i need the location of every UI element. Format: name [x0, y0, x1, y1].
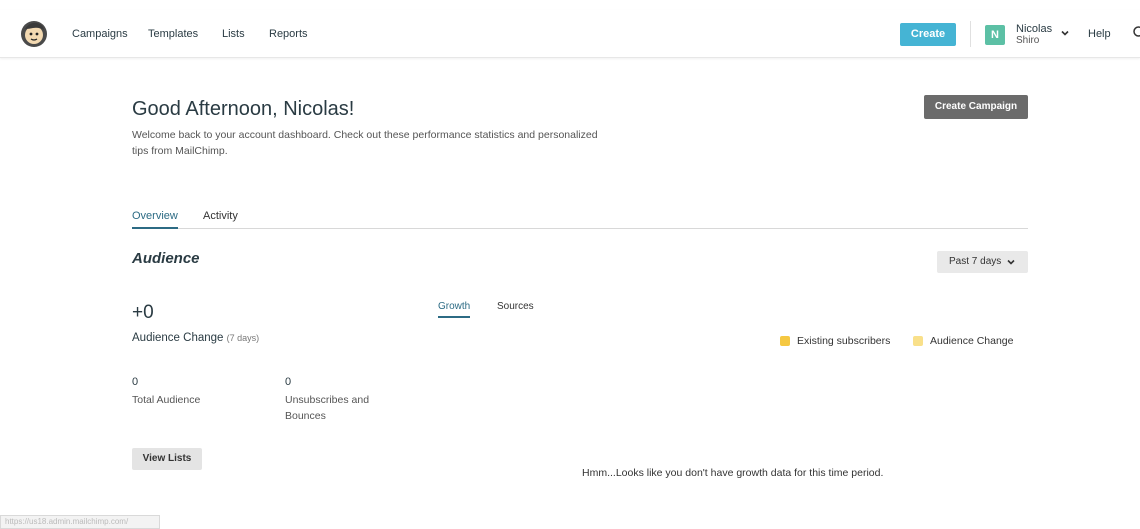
- nav-divider: [970, 21, 971, 47]
- tab-overview[interactable]: Overview: [132, 205, 178, 229]
- user-last-name[interactable]: Shiro: [1016, 35, 1039, 46]
- nav-lists[interactable]: Lists: [222, 10, 245, 58]
- section-title-audience: Audience: [132, 250, 200, 267]
- legend-swatch-existing: [780, 336, 790, 346]
- audience-change-value: +0: [132, 302, 154, 323]
- search-icon[interactable]: [1132, 25, 1140, 41]
- audience-change-label: Audience Change (7 days): [132, 332, 259, 344]
- top-navigation: Campaigns Templates Lists Reports Create…: [0, 10, 1140, 58]
- period-dropdown[interactable]: Past 7 days: [937, 251, 1028, 273]
- audience-change-text: Audience Change: [132, 332, 224, 344]
- growth-empty-message: Hmm...Looks like you don't have growth d…: [582, 467, 884, 479]
- unsubscribes-label: Unsubscribes and Bounces: [285, 394, 370, 422]
- tab-growth[interactable]: Growth: [438, 300, 471, 318]
- nav-campaigns[interactable]: Campaigns: [72, 10, 128, 58]
- audience-change-period: (7 days): [226, 333, 260, 343]
- create-campaign-button[interactable]: Create Campaign: [924, 95, 1028, 119]
- total-audience-value: 0: [132, 376, 139, 388]
- tab-activity[interactable]: Activity: [203, 205, 238, 229]
- nav-templates[interactable]: Templates: [148, 10, 198, 58]
- chevron-down-icon[interactable]: [1059, 27, 1071, 39]
- welcome-text: Welcome back to your account dashboard. …: [132, 129, 598, 157]
- nav-reports[interactable]: Reports: [269, 10, 308, 58]
- period-label: Past 7 days: [949, 256, 1002, 267]
- view-lists-button[interactable]: View Lists: [132, 448, 202, 470]
- legend-existing-subscribers: Existing subscribers: [797, 335, 891, 347]
- tab-sources[interactable]: Sources: [497, 300, 534, 318]
- help-link[interactable]: Help: [1088, 10, 1111, 58]
- user-first-name[interactable]: Nicolas: [1016, 23, 1052, 35]
- legend-swatch-change: [913, 336, 923, 346]
- status-bar-url: https://us18.admin.mailchimp.com/: [0, 515, 160, 529]
- dashboard-tabs: Overview Activity: [132, 205, 1028, 229]
- legend-audience-change: Audience Change: [930, 335, 1014, 347]
- create-button[interactable]: Create: [900, 23, 956, 46]
- chevron-down-icon: [1007, 259, 1015, 265]
- total-audience-label: Total Audience: [132, 394, 201, 406]
- avatar[interactable]: N: [985, 25, 1005, 45]
- mailchimp-logo-icon[interactable]: [20, 20, 48, 48]
- unsubscribes-value: 0: [285, 376, 292, 388]
- page-title: Good Afternoon, Nicolas!: [132, 98, 355, 120]
